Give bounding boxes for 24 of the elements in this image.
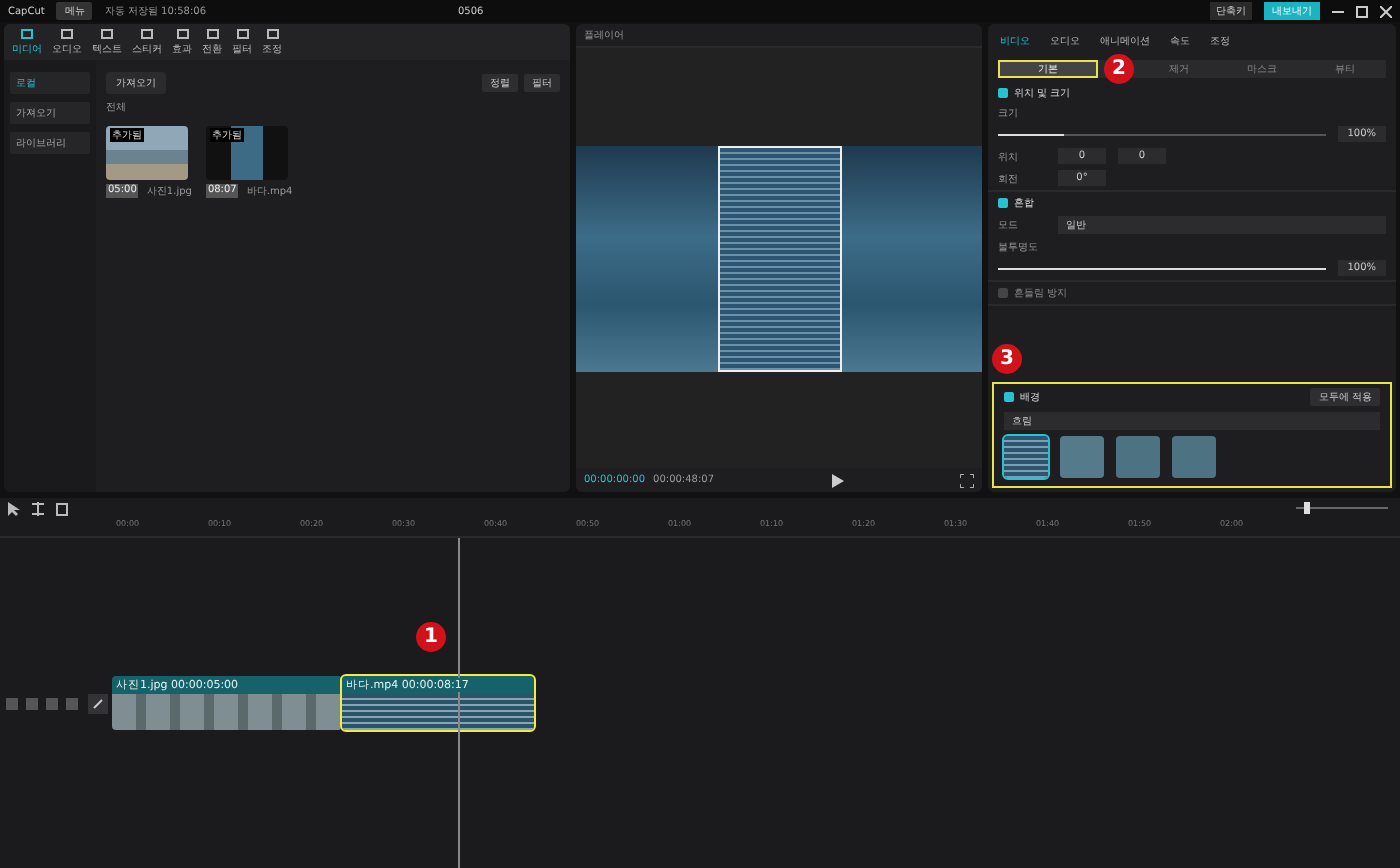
fullscreen-icon[interactable]	[960, 473, 974, 487]
track-controls-icon[interactable]	[5, 697, 77, 709]
section-toggle[interactable]	[998, 88, 1008, 98]
section-toggle[interactable]	[1004, 392, 1014, 402]
square-icon	[175, 28, 189, 40]
section-toggle[interactable]	[998, 198, 1008, 208]
square-icon	[100, 28, 114, 40]
selected-clip-frame[interactable]	[717, 145, 841, 371]
square-icon	[205, 28, 219, 40]
split-icon[interactable]	[32, 501, 44, 515]
cover-edit-icon[interactable]	[87, 693, 107, 713]
minimize-icon[interactable]	[1332, 5, 1344, 17]
cursor-icon[interactable]	[8, 501, 20, 515]
maximize-icon[interactable]	[1356, 5, 1368, 17]
zoom-slider-icon[interactable]	[1292, 502, 1392, 514]
square-icon	[20, 28, 34, 40]
blur-option[interactable]	[1004, 436, 1048, 478]
section-toggle[interactable]	[998, 288, 1008, 298]
close-icon[interactable]	[1380, 5, 1392, 17]
play-icon[interactable]	[831, 473, 844, 487]
square-icon	[235, 28, 249, 40]
square-icon	[265, 28, 279, 40]
square-icon	[60, 28, 74, 40]
square-icon	[140, 28, 154, 40]
